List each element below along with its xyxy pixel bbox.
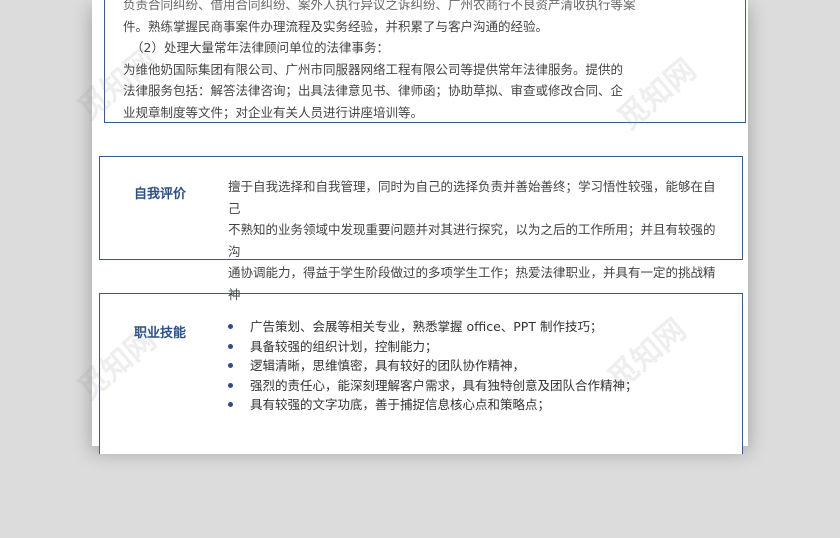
skill-text: 广告策划、会展等相关专业，熟悉掌握 office、PPT 制作技巧； — [250, 319, 603, 334]
list-item: 具有较强的文字功底，善于捕捉信息核心点和策略点； — [228, 395, 718, 415]
experience-line: 法律服务包括：解答法律咨询；出具法律意见书、律师函；协助草拟、审查或修改合同、企 — [123, 83, 624, 98]
skills-list: 广告策划、会展等相关专业，熟悉掌握 office、PPT 制作技巧； 具备较强的… — [228, 317, 718, 415]
experience-line: （2）处理大量常年法律顾问单位的法律事务： — [131, 40, 389, 55]
experience-text: 负责合同纠纷、借用合同纠纷、案外人执行异议之诉纠纷、广州农商行不良资产清收执行等… — [123, 0, 723, 123]
self-evaluation-title: 自我评价 — [134, 187, 187, 202]
skills-title: 职业技能 — [134, 326, 187, 341]
self-evaluation-line: 擅于自我选择和自我管理，同时为自己的选择负责并善始善终；学习悟性较强，能够在自己 — [228, 179, 716, 216]
list-item: 强烈的责任心，能深刻理解客户需求，具有独特创意及团队合作精神； — [228, 376, 718, 396]
skill-text: 具备较强的组织计划，控制能力； — [250, 338, 438, 354]
experience-line: 业规章制度等文件；对企业有关人员进行讲座培训等。 — [123, 104, 424, 120]
skill-text: 逻辑清晰，思维慎密，具有较好的团队协作精神， — [250, 358, 526, 373]
self-evaluation-line: 不熟知的业务领域中发现重要问题并对其进行探究，以为之后的工作所用；并且有较强的沟 — [228, 222, 716, 259]
experience-line: 件。熟练掌握民商事案件办理流程及实务经验，并积累了与客户沟通的经验。 — [123, 18, 549, 34]
self-evaluation-text: 擅于自我选择和自我管理，同时为自己的选择负责并善始善终；学习悟性较强，能够在自己… — [228, 176, 716, 305]
list-item: 具备较强的组织计划，控制能力； — [228, 337, 718, 357]
experience-line: 为维他奶国际集团有限公司、广州市同服器网络工程有限公司等提供常年法律服务。提供的 — [123, 61, 624, 77]
bullet-icon — [228, 343, 233, 349]
bullet-icon — [228, 402, 233, 407]
list-item: 广告策划、会展等相关专业，熟悉掌握 office、PPT 制作技巧； — [228, 317, 718, 337]
bullet-icon — [228, 363, 233, 368]
skill-text: 强烈的责任心，能深刻理解客户需求，具有独特创意及团队合作精神； — [250, 377, 638, 393]
bullet-icon — [228, 382, 233, 388]
experience-line: 负责合同纠纷、借用合同纠纷、案外人执行异议之诉纠纷、广州农商行不良资产清收执行等… — [123, 0, 636, 12]
self-evaluation-line: 通协调能力，得益于学生阶段做过的多项学生工作；热爱法律职业，并具有一定的挑战精神 — [228, 265, 716, 302]
bullet-icon — [228, 324, 233, 329]
list-item: 逻辑清晰，思维慎密，具有较好的团队协作精神， — [228, 356, 718, 376]
skill-text: 具有较强的文字功底，善于捕捉信息核心点和策略点； — [250, 397, 551, 412]
